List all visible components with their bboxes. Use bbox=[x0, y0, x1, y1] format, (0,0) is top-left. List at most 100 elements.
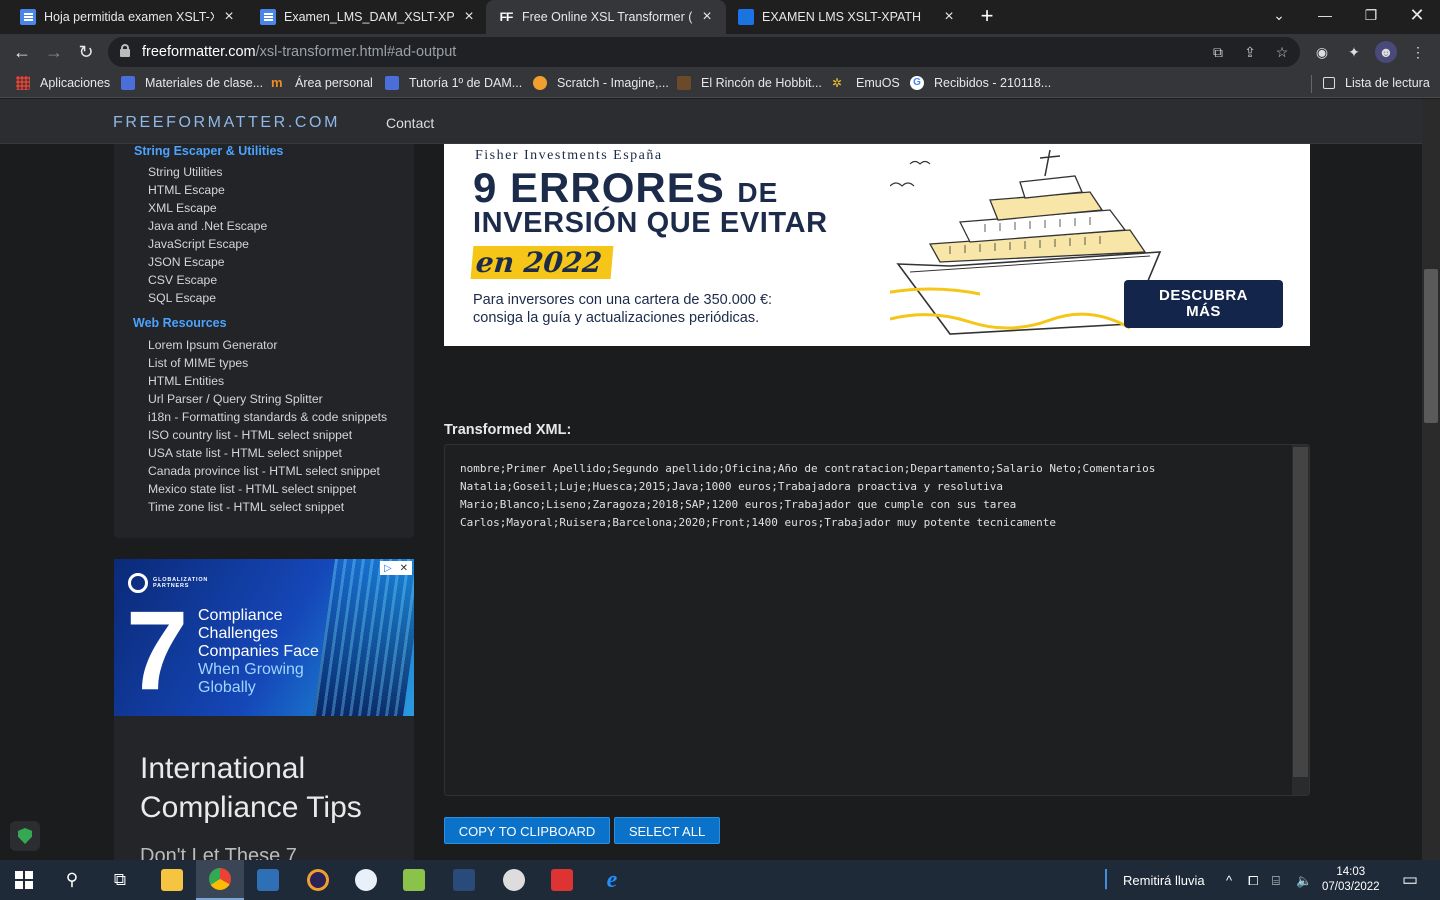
url-text[interactable]: freeformatter.com/xsl-transformer.html#a… bbox=[142, 44, 456, 60]
bookmark-rincon-hobbit[interactable]: El Rincón de Hobbit... bbox=[677, 76, 822, 90]
puzzle-icon[interactable]: ✦ bbox=[1343, 41, 1365, 63]
sidebar-item-java-net-escape[interactable]: Java and .Net Escape bbox=[148, 219, 267, 233]
clock[interactable]: 14:03 07/03/2022 bbox=[1322, 865, 1380, 895]
close-icon[interactable]: × bbox=[698, 8, 716, 26]
sidebar-item-i18n[interactable]: i18n - Formatting standards & code snipp… bbox=[148, 410, 387, 424]
reading-list[interactable]: Lista de lectura bbox=[1323, 76, 1430, 90]
select-all-button[interactable]: SELECT ALL bbox=[614, 817, 720, 844]
network-icon[interactable]: ⌸ bbox=[1272, 873, 1280, 889]
bookmark-tutoria[interactable]: Tutoría 1º de DAM... bbox=[385, 76, 522, 90]
sidebar-item-string-utilities[interactable]: String Utilities bbox=[148, 165, 223, 179]
new-tab-icon[interactable]: + bbox=[975, 4, 999, 28]
ad-choices-icon[interactable]: ▷ ✕ bbox=[380, 561, 412, 575]
avatar[interactable]: ☻ bbox=[1375, 41, 1397, 63]
virtualbox-icon[interactable] bbox=[244, 860, 292, 900]
tool-icon[interactable] bbox=[440, 860, 488, 900]
sidebar-item-url-parser[interactable]: Url Parser / Query String Splitter bbox=[148, 392, 323, 406]
file-explorer-icon[interactable] bbox=[148, 860, 196, 900]
volume-icon[interactable]: 🔈 bbox=[1296, 873, 1312, 889]
mail-icon[interactable] bbox=[538, 860, 586, 900]
bookmark-area-personal[interactable]: m Área personal bbox=[271, 75, 373, 91]
sidebar-item-csv-escape[interactable]: CSV Escape bbox=[148, 273, 217, 287]
sidebar-heading-web-resources[interactable]: Web Resources bbox=[133, 316, 227, 330]
sidebar-item-usa-state[interactable]: USA state list - HTML select snippet bbox=[148, 446, 342, 460]
sidebar-item-sql-escape[interactable]: SQL Escape bbox=[148, 291, 216, 305]
bookmark-apps[interactable]: Aplicaciones bbox=[16, 76, 110, 90]
sidebar-item-html-entities[interactable]: HTML Entities bbox=[148, 374, 224, 388]
sidebar-item-iso-country[interactable]: ISO country list - HTML select snippet bbox=[148, 428, 352, 442]
window-close-icon[interactable]: ✕ bbox=[1394, 0, 1440, 30]
address-bar[interactable]: freeformatter.com/xsl-transformer.html#a… bbox=[108, 37, 1300, 67]
discover-more-button[interactable]: DESCUBRA MÁS bbox=[1124, 280, 1283, 328]
bookmark-recibidos[interactable]: G Recibidos - 210118... bbox=[910, 76, 1051, 90]
tab-hoja-permitida[interactable]: Hoja permitida examen XSLT-XPath × bbox=[0, 0, 248, 34]
output-scroll-thumb[interactable] bbox=[1293, 447, 1308, 777]
chrome-icon[interactable] bbox=[196, 860, 244, 900]
bookmark-emuos[interactable]: ✲ EmuOS bbox=[832, 76, 900, 90]
copy-to-clipboard-button[interactable]: COPY TO CLIPBOARD bbox=[444, 817, 610, 844]
output-textarea[interactable]: nombre;Primer Apellido;Segundo apellido;… bbox=[444, 444, 1310, 796]
output-text[interactable]: nombre;Primer Apellido;Segundo apellido;… bbox=[460, 460, 1155, 532]
back-icon[interactable]: ← bbox=[10, 40, 34, 64]
ad-headline: Compliance Challenges Companies Face Whe… bbox=[198, 607, 319, 696]
tab-examen-classroom[interactable]: EXAMEN LMS XSLT-XPATH × bbox=[728, 0, 968, 34]
search-icon[interactable]: ⚲ bbox=[48, 860, 96, 900]
sidebar-item-canada-province[interactable]: Canada province list - HTML select snipp… bbox=[148, 464, 380, 478]
bookmark-scratch[interactable]: Scratch - Imagine,... bbox=[533, 76, 669, 90]
tab-title: Free Online XSL Transformer (XSL bbox=[522, 10, 692, 24]
maximize-icon[interactable]: ❐ bbox=[1348, 0, 1394, 30]
tray-chevron-icon[interactable]: ^ bbox=[1226, 873, 1232, 888]
reload-icon[interactable]: ↻ bbox=[74, 40, 98, 64]
ad-title[interactable]: International Compliance Tips bbox=[140, 749, 400, 827]
translate-icon[interactable]: ⧉ bbox=[1208, 42, 1228, 62]
close-icon[interactable]: × bbox=[940, 8, 958, 26]
sidebar: String Escaper & Utilities String Utilit… bbox=[114, 144, 414, 538]
sidebar-item-javascript-escape[interactable]: JavaScript Escape bbox=[148, 237, 249, 251]
page-scrollbar[interactable] bbox=[1422, 99, 1440, 860]
share-icon[interactable]: ⇪ bbox=[1240, 42, 1260, 62]
sidebar-item-html-escape[interactable]: HTML Escape bbox=[148, 183, 225, 197]
ff-icon: FF bbox=[499, 10, 514, 24]
notifications-icon[interactable]: ▭ bbox=[1386, 860, 1434, 900]
app-icon[interactable] bbox=[342, 860, 390, 900]
sidebar-item-mime-types[interactable]: List of MIME types bbox=[148, 356, 248, 370]
eclipse-icon[interactable] bbox=[294, 860, 342, 900]
extension-icon[interactable]: ◉ bbox=[1311, 41, 1333, 63]
sidebar-item-mexico-state[interactable]: Mexico state list - HTML select snippet bbox=[148, 482, 356, 496]
tab-search-icon[interactable]: ⌄ bbox=[1256, 0, 1302, 30]
sidebar-heading-string-escaper[interactable]: String Escaper & Utilities bbox=[134, 144, 283, 158]
forward-icon[interactable]: → bbox=[42, 40, 66, 64]
sidebar-item-time-zone[interactable]: Time zone list - HTML select snippet bbox=[148, 500, 344, 514]
weather-icon[interactable]: ⎟ bbox=[1080, 860, 1128, 900]
windows-start-icon[interactable] bbox=[0, 860, 48, 900]
bookmark-star-icon[interactable]: ☆ bbox=[1272, 42, 1292, 62]
close-icon[interactable]: × bbox=[460, 8, 478, 26]
game-icon[interactable] bbox=[490, 860, 538, 900]
ad-banner-image[interactable]: GLOBALIZATION PARTNERS 7 Compliance Chall… bbox=[114, 559, 414, 716]
nav-contact[interactable]: Contact bbox=[386, 115, 434, 131]
moodle-icon: m bbox=[271, 75, 283, 90]
sidebar-item-json-escape[interactable]: JSON Escape bbox=[148, 255, 225, 269]
sidebar-advertisement[interactable]: GLOBALIZATION PARTNERS 7 Compliance Chall… bbox=[114, 559, 414, 860]
site-logo[interactable]: FREEFORMATTER.COM bbox=[113, 114, 340, 132]
internet-explorer-icon[interactable]: e bbox=[588, 860, 636, 900]
banner-advertisement[interactable]: Fisher Investments España 9 ERRORES DE I… bbox=[444, 144, 1310, 346]
tab-xsl-transformer[interactable]: FF Free Online XSL Transformer (XSL × bbox=[486, 0, 726, 34]
page-scroll-thumb[interactable] bbox=[1424, 269, 1438, 423]
output-scrollbar[interactable] bbox=[1292, 445, 1309, 795]
sidebar-item-xml-escape[interactable]: XML Escape bbox=[148, 201, 217, 215]
security-extension-badge[interactable] bbox=[10, 821, 40, 851]
menu-icon[interactable]: ⋮ bbox=[1407, 41, 1429, 63]
tab-examen-lms[interactable]: Examen_LMS_DAM_XSLT-XPATH × bbox=[240, 0, 488, 34]
notepad-icon[interactable] bbox=[390, 860, 438, 900]
lock-icon[interactable] bbox=[120, 44, 130, 57]
output-line: nombre;Primer Apellido;Segundo apellido;… bbox=[460, 462, 1156, 475]
weather-text[interactable]: Remitirá lluvia bbox=[1123, 873, 1205, 888]
bookmark-materiales[interactable]: Materiales de clase... bbox=[121, 76, 263, 90]
task-view-icon[interactable]: ⧉ bbox=[96, 860, 144, 900]
sidebar-item-lorem-ipsum[interactable]: Lorem Ipsum Generator bbox=[148, 338, 277, 352]
tray-app-icon[interactable]: ⧠ bbox=[1248, 873, 1258, 889]
tab-title: Hoja permitida examen XSLT-XPath bbox=[44, 10, 214, 24]
close-icon[interactable]: × bbox=[220, 8, 238, 26]
minimize-icon[interactable]: — bbox=[1302, 0, 1348, 30]
